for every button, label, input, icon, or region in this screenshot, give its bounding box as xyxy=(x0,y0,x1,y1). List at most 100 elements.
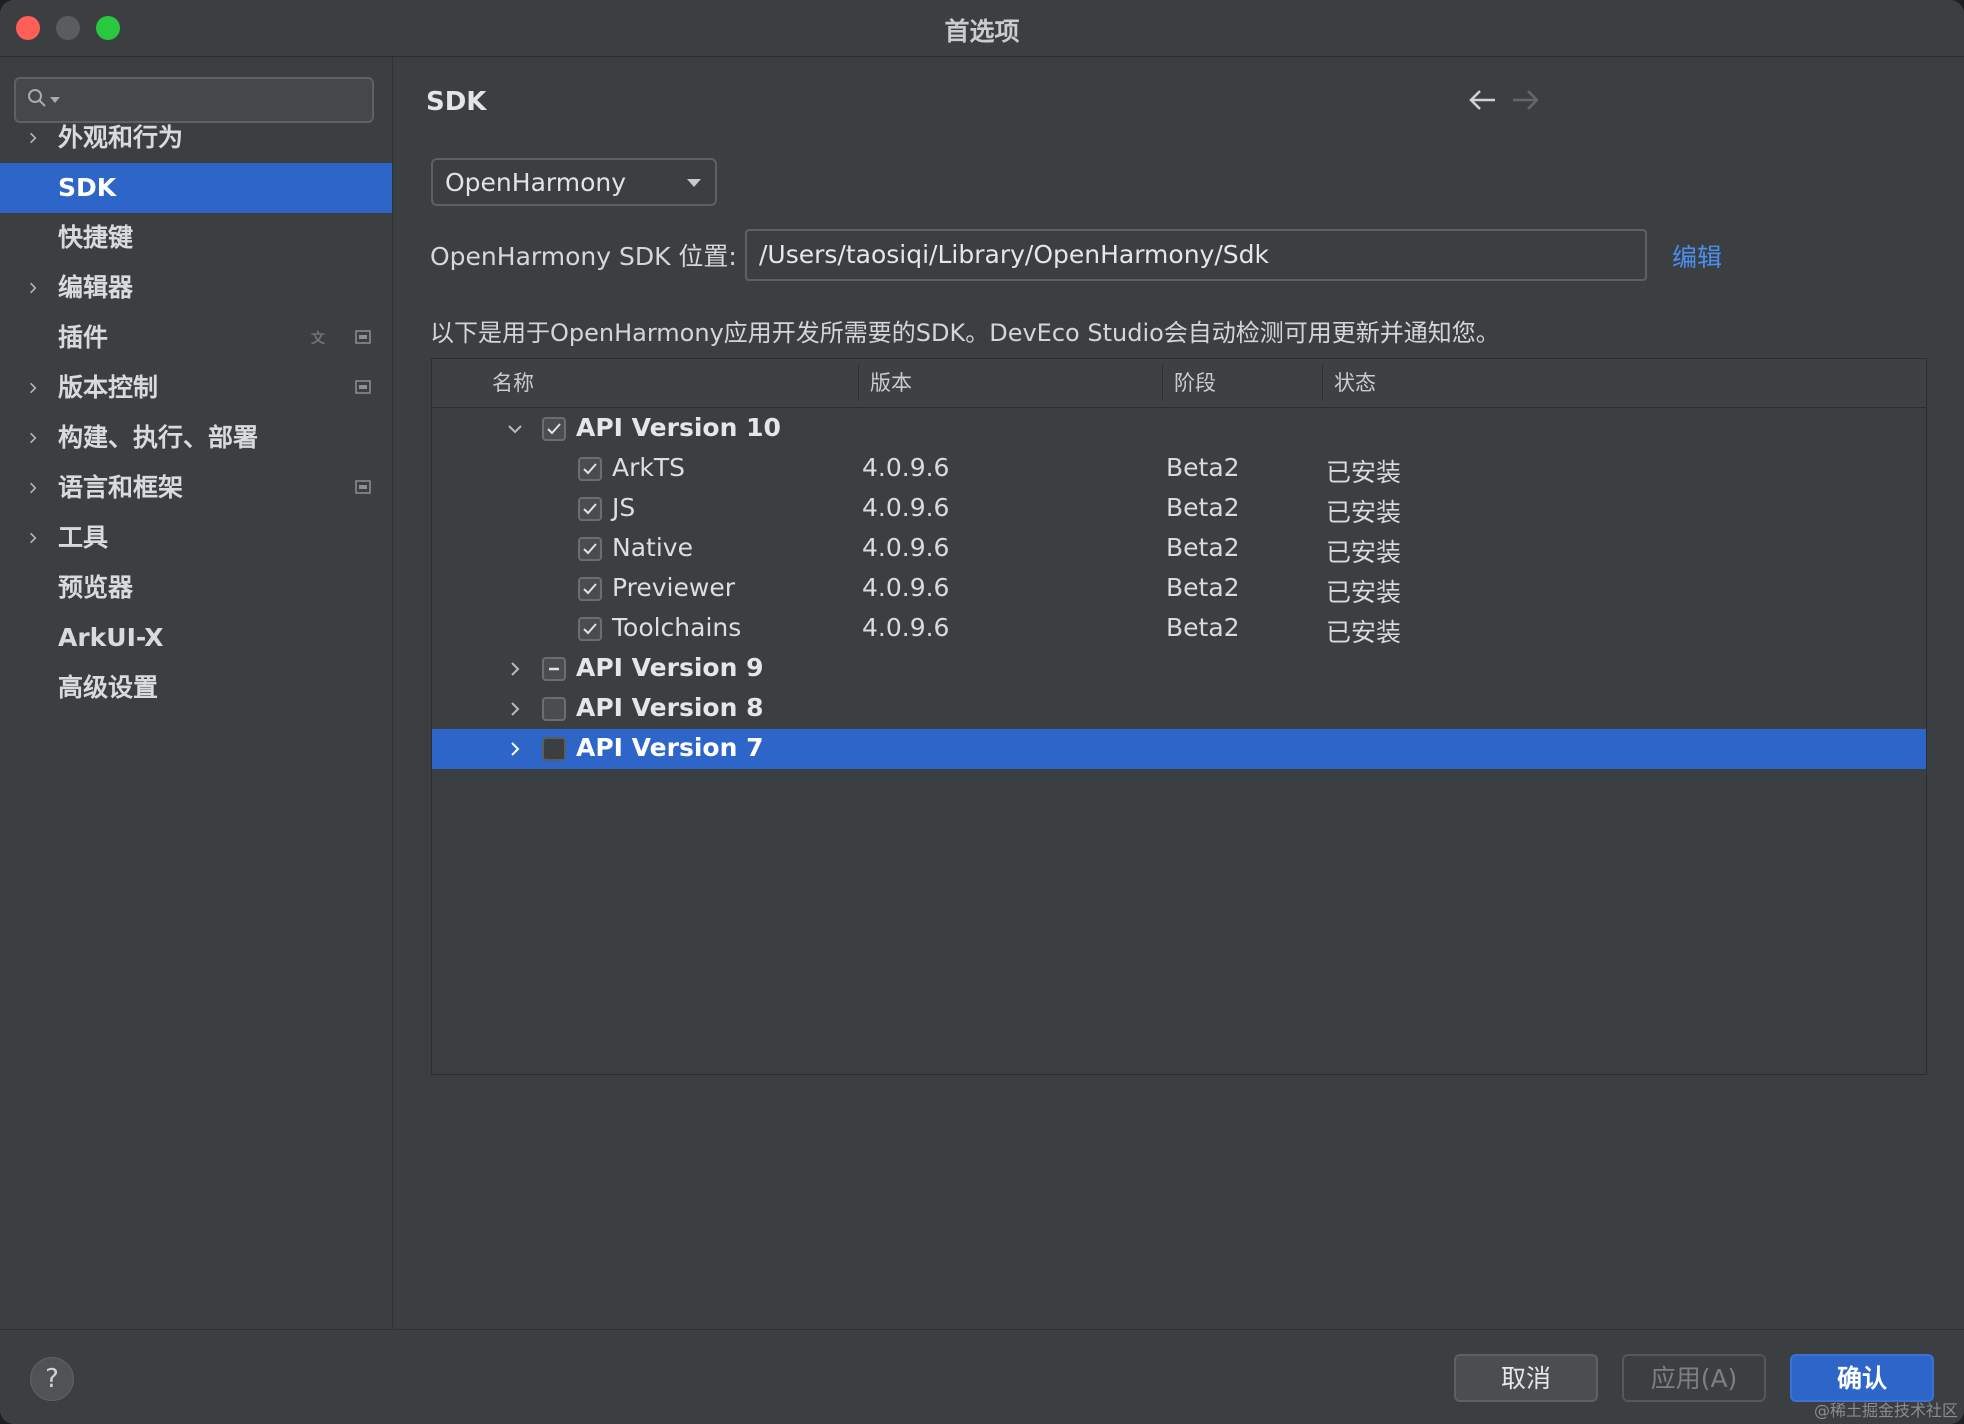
checkmark-icon xyxy=(583,543,597,555)
api-version-row[interactable]: API Version 9 xyxy=(432,649,1926,689)
row-version: 4.0.9.6 xyxy=(862,533,950,562)
sidebar-item-label: 快捷键 xyxy=(58,223,134,252)
sidebar-item[interactable]: 快捷键 xyxy=(0,213,392,263)
row-version: 4.0.9.6 xyxy=(862,453,950,482)
checkmark-icon xyxy=(583,463,597,475)
checkbox[interactable] xyxy=(542,697,566,721)
cancel-button[interactable]: 取消 xyxy=(1454,1354,1598,1402)
forward-arrow-icon[interactable] xyxy=(1509,87,1541,113)
indeterminate-icon xyxy=(549,667,559,671)
sidebar-item[interactable]: 工具 xyxy=(0,513,392,563)
preferences-window: 首选项 外观和行为 SDK 快捷键编辑器插件 文版本控制构建、执行、部署语言和框架工具… xyxy=(0,0,1964,1424)
translate-icon: 文 xyxy=(311,330,326,346)
sdk-component-row[interactable]: Previewer 4.0.9.6 Beta2 已安装 xyxy=(432,569,1926,609)
checkmark-icon xyxy=(583,503,597,515)
checkbox[interactable] xyxy=(542,737,566,761)
chevron-down-icon xyxy=(687,179,701,187)
row-stage: Beta2 xyxy=(1166,533,1240,562)
chevron-right-icon[interactable] xyxy=(26,429,40,447)
chevron-right-icon[interactable] xyxy=(26,379,40,397)
checkbox[interactable] xyxy=(542,417,566,441)
sdk-component-row[interactable]: JS 4.0.9.6 Beta2 已安装 xyxy=(432,489,1926,529)
sidebar-item[interactable]: 插件 文 xyxy=(0,313,392,363)
watermark: @稀土掘金技术社区 xyxy=(1813,1401,1958,1420)
row-name: API Version 9 xyxy=(576,653,764,682)
sdk-type-value: OpenHarmony xyxy=(445,168,627,197)
sidebar-item[interactable]: 版本控制 xyxy=(0,363,392,413)
chevron-right-icon[interactable] xyxy=(506,700,524,718)
table-header: 名称 版本 阶段 状态 xyxy=(432,359,1926,408)
panel-icon xyxy=(355,330,371,344)
sdk-path-label: OpenHarmony SDK 位置: xyxy=(430,242,737,271)
sidebar-item[interactable]: 编辑器 xyxy=(0,263,392,313)
sidebar-item[interactable]: SDK xyxy=(0,163,392,213)
checkbox[interactable] xyxy=(578,537,602,561)
checkmark-icon xyxy=(547,423,561,435)
sdk-component-row[interactable]: Toolchains 4.0.9.6 Beta2 已安装 xyxy=(432,609,1926,649)
row-stage: Beta2 xyxy=(1166,453,1240,482)
checkbox[interactable] xyxy=(578,617,602,641)
chevron-right-icon[interactable] xyxy=(506,660,524,678)
svg-text:文: 文 xyxy=(311,330,326,346)
sidebar-item-label: 高级设置 xyxy=(58,673,159,702)
row-name: API Version 8 xyxy=(576,693,764,722)
back-arrow-icon[interactable] xyxy=(1467,87,1499,113)
chevron-right-icon[interactable] xyxy=(26,129,40,147)
sdk-type-dropdown[interactable]: OpenHarmony xyxy=(431,158,717,206)
sdk-path-field[interactable]: /Users/taosiqi/Library/OpenHarmony/Sdk xyxy=(745,229,1647,281)
chevron-right-icon[interactable] xyxy=(506,740,524,758)
sidebar-item[interactable]: 外观和行为 xyxy=(0,113,392,163)
api-version-row[interactable]: API Version 7 xyxy=(432,729,1926,769)
checkbox[interactable] xyxy=(578,577,602,601)
ok-button[interactable]: 确认 xyxy=(1790,1354,1934,1402)
api-version-row[interactable]: API Version 10 xyxy=(432,409,1926,449)
help-button[interactable]: ? xyxy=(30,1357,74,1401)
sidebar-item[interactable]: 构建、执行、部署 xyxy=(0,413,392,463)
sidebar-item[interactable]: 高级设置 xyxy=(0,663,392,713)
sidebar-item-label: 编辑器 xyxy=(58,273,134,302)
column-header-name[interactable]: 名称 xyxy=(480,359,858,407)
sidebar-item-label: ArkUI-X xyxy=(58,623,164,652)
row-name: ArkTS xyxy=(612,453,685,482)
search-options-caret-icon[interactable] xyxy=(50,97,60,103)
chevron-right-icon[interactable] xyxy=(26,479,40,497)
sdk-settings-panel: SDK OpenHarmony OpenHarmony SDK 位置: /Use… xyxy=(393,57,1964,1329)
edit-path-link[interactable]: 编辑 xyxy=(1672,238,1722,274)
row-name: API Version 10 xyxy=(576,413,781,442)
title-bar: 首选项 xyxy=(0,0,1964,57)
page-title: SDK xyxy=(426,87,487,117)
apply-button[interactable]: 应用(A) xyxy=(1622,1354,1766,1402)
chevron-right-icon[interactable] xyxy=(26,279,40,297)
sdk-info-text: 以下是用于OpenHarmony应用开发所需要的SDK。DevEco Studi… xyxy=(430,319,1500,347)
sdk-component-row[interactable]: Native 4.0.9.6 Beta2 已安装 xyxy=(432,529,1926,569)
sidebar-item-label: 外观和行为 xyxy=(58,123,184,152)
row-version: 4.0.9.6 xyxy=(862,493,950,522)
sidebar-item-label: 预览器 xyxy=(58,573,134,602)
sdk-component-row[interactable]: ArkTS 4.0.9.6 Beta2 已安装 xyxy=(432,449,1926,489)
row-status: 已安装 xyxy=(1326,538,1402,567)
sidebar-item[interactable]: 语言和框架 xyxy=(0,463,392,513)
checkmark-icon xyxy=(583,623,597,635)
column-header-stage[interactable]: 阶段 xyxy=(1162,359,1322,407)
chevron-right-icon[interactable] xyxy=(26,529,40,547)
api-version-row[interactable]: API Version 8 xyxy=(432,689,1926,729)
sidebar-item-label: 语言和框架 xyxy=(58,473,184,502)
column-header-version[interactable]: 版本 xyxy=(858,359,1162,407)
sidebar-item-label: 版本控制 xyxy=(58,373,159,402)
sidebar-item[interactable]: ArkUI-X xyxy=(0,613,392,663)
sidebar-item-label: 插件 xyxy=(58,323,109,352)
row-name: Native xyxy=(612,533,693,562)
row-version: 4.0.9.6 xyxy=(862,613,950,642)
row-status: 已安装 xyxy=(1326,578,1402,607)
sidebar-item-label: SDK xyxy=(58,173,117,202)
row-name: JS xyxy=(612,493,636,522)
row-status: 已安装 xyxy=(1326,618,1402,647)
dialog-footer: ? 取消 应用(A) 确认 @稀土掘金技术社区 xyxy=(0,1329,1964,1424)
chevron-down-icon[interactable] xyxy=(506,420,524,438)
checkbox[interactable] xyxy=(542,657,566,681)
row-name: Toolchains xyxy=(612,613,742,642)
checkbox[interactable] xyxy=(578,457,602,481)
sidebar-item[interactable]: 预览器 xyxy=(0,563,392,613)
column-header-status[interactable]: 状态 xyxy=(1322,359,1622,407)
checkbox[interactable] xyxy=(578,497,602,521)
